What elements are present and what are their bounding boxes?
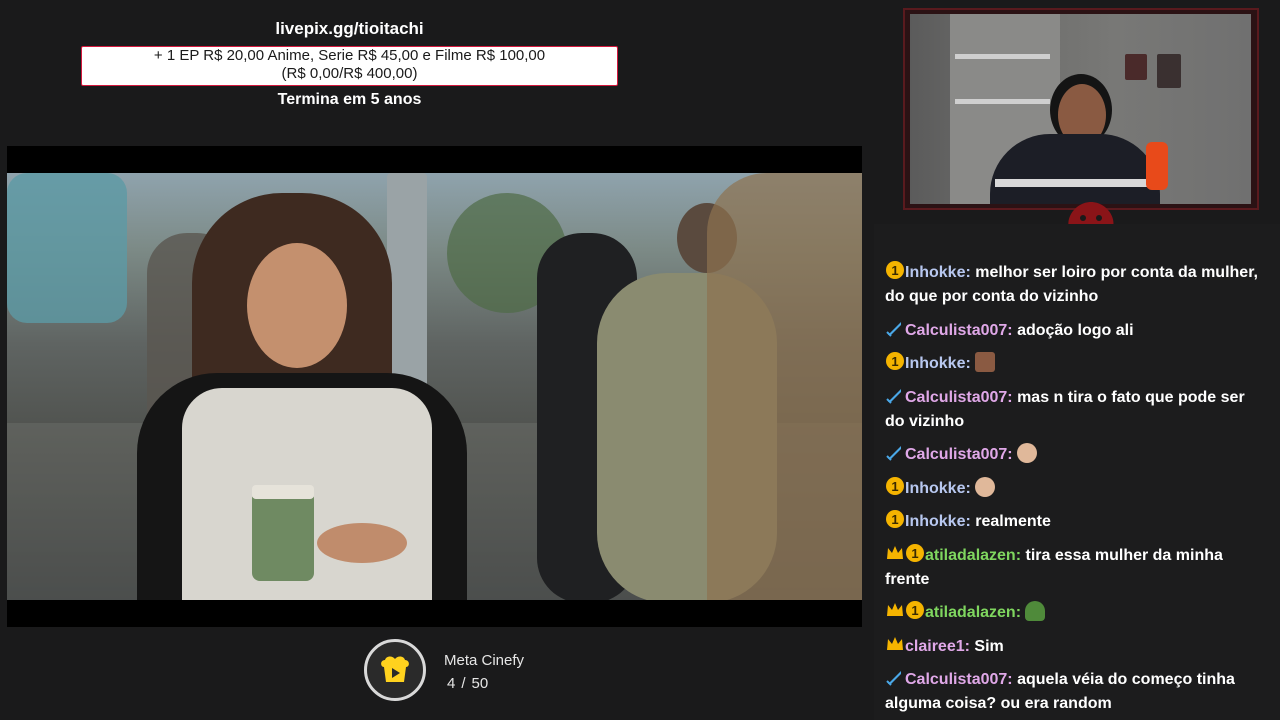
chat-text: Sim [974,638,1004,655]
chat-username[interactable]: atiladalazen [925,604,1016,621]
donation-link: livepix.gg/tioitachi [275,19,424,38]
chat-message: Calculista007: [885,442,1265,467]
donation-goal-ends: Termina em 5 anos [277,91,422,108]
chat-message: Calculista007: mas n tira o fato que pod… [885,385,1265,434]
chat-username[interactable]: Inhokke [905,480,965,497]
video-player[interactable] [7,146,862,627]
video-frame [7,173,862,600]
meta-current: 4 [447,675,456,692]
sword-badge-icon [886,671,901,686]
sub-1-badge-icon: 1 [886,352,904,370]
crown-badge-icon [887,546,903,559]
webcam-feed [910,14,1251,204]
chat-text: adoção logo ali [1017,322,1134,339]
sub-1-badge-icon: 1 [886,261,904,279]
chat-message: 1 Inhokke: [885,476,1265,501]
chat-username[interactable]: Inhokke [905,264,965,281]
donation-goal-box: + 1 EP R$ 20,00 Anime, Serie R$ 45,00 e … [81,46,618,86]
frog-emote-icon [1025,601,1046,621]
crown-badge-icon [887,603,903,616]
chat-message: 1 Inhokke: melhor ser loiro por conta da … [885,260,1265,309]
cinefy-goal-badge [364,639,426,701]
meta-count: 4 / 50 [444,675,491,692]
sub-1-badge-icon: 1 [906,544,924,562]
sub-1-badge-icon: 1 [886,510,904,528]
sub-1-badge-icon: 1 [906,601,924,619]
chat-message: Calculista007: adoção logo ali [885,318,1265,343]
svg-text:1: 1 [911,603,918,618]
donation-goal-progress: (R$ 0,00/R$ 400,00) [281,65,418,82]
svg-text:1: 1 [911,546,918,561]
chat-message: 1 Inhokke: [885,351,1265,376]
chat-message: 1 Inhokke: realmente [885,509,1265,534]
meta-separator: / [461,675,466,692]
chat-username[interactable]: clairee1 [905,638,965,655]
chat-username[interactable]: Calculista007 [905,322,1007,339]
svg-text:1: 1 [891,512,898,527]
chat-message: 1 atiladalazen: tira essa mulher da minha… [885,543,1265,592]
chat-username[interactable]: atiladalazen [925,547,1016,564]
donation-goal-text: + 1 EP R$ 20,00 Anime, Serie R$ 45,00 e … [153,47,546,64]
sword-badge-icon [886,389,901,404]
svg-text:1: 1 [891,263,898,278]
sword-badge-icon [886,446,901,461]
meta-total: 50 [471,675,489,692]
chat-username[interactable]: Calculista007 [905,671,1007,688]
hand-emote-icon [1017,443,1038,463]
svg-text:1: 1 [891,354,898,369]
sword-badge-icon [886,322,901,337]
svg-text:1: 1 [891,479,898,494]
sub-1-badge-icon: 1 [886,477,904,495]
chat-message: 1 atiladalazen: [885,600,1265,625]
crown-badge-icon [887,637,903,650]
chat-message: Calculista007: aquela véia do começo tin… [885,667,1265,716]
chat-message: clairee1: Sim [885,634,1265,659]
chat-text: realmente [975,513,1051,530]
chat-username[interactable]: Calculista007 [905,389,1007,406]
hand-emote-icon [975,477,996,497]
chat-username[interactable]: Calculista007 [905,446,1007,463]
chat-username[interactable]: Inhokke [905,513,965,530]
face-emote-icon [975,352,996,372]
cinefy-logo-icon [381,656,409,682]
chat-username[interactable]: Inhokke [905,355,965,372]
meta-title: Meta Cinefy [444,652,525,669]
